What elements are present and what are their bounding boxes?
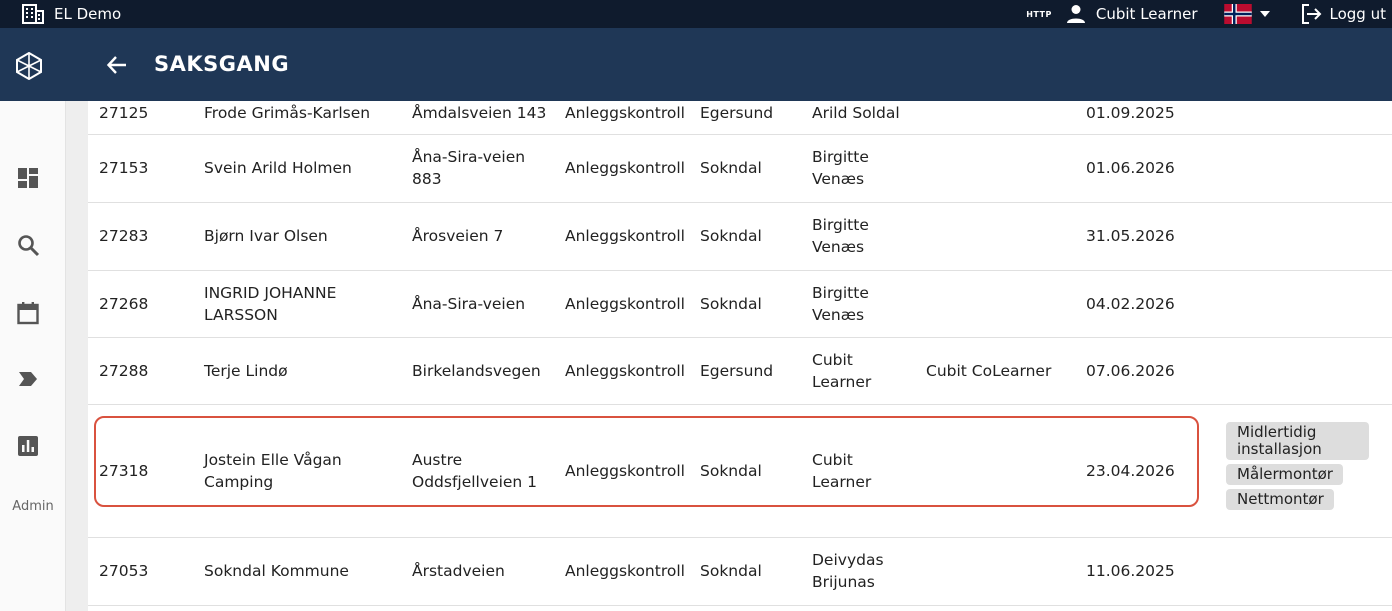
- address: Årosveien 7: [412, 227, 504, 245]
- responsible: Birgitte Venæs: [812, 216, 869, 256]
- admin-link[interactable]: Admin: [0, 499, 66, 514]
- address: Åmdalsveien 143: [412, 104, 547, 122]
- case-id: 27125: [99, 104, 149, 122]
- co-responsible: Cubit CoLearner: [926, 362, 1052, 380]
- user-name: Cubit Learner: [1095, 5, 1198, 23]
- table-row[interactable]: 27125 Frode Grimås-Karlsen Åmdalsveien 1…: [88, 101, 1392, 135]
- user-menu[interactable]: Cubit Learner: [1066, 4, 1198, 24]
- norway-flag-icon: [1223, 4, 1252, 24]
- tag-chip: Nettmontør: [1226, 489, 1334, 510]
- tag-chip: Midlertidig installasjon: [1226, 422, 1369, 460]
- case-type: Anleggskontroll: [565, 104, 685, 122]
- building-icon: [22, 4, 44, 24]
- search-icon[interactable]: [16, 233, 40, 257]
- place: Sokndal: [700, 295, 762, 313]
- user-icon: [1066, 5, 1085, 23]
- table-row[interactable]: 27268 INGRID JOHANNE LARSSON Åna-Sira-ve…: [88, 271, 1392, 338]
- reports-chart-icon[interactable]: [16, 434, 40, 458]
- place: Egersund: [700, 362, 774, 380]
- due-date: 11.06.2025: [1086, 562, 1175, 580]
- customer-name: Sokndal Kommune: [204, 562, 349, 580]
- case-type: Anleggskontroll: [565, 159, 685, 177]
- address: Birkelandsvegen: [412, 362, 541, 380]
- due-date: 07.06.2026: [1086, 362, 1175, 380]
- address: Åna-Sira-veien 883: [412, 148, 526, 188]
- case-type: Anleggskontroll: [565, 562, 685, 580]
- chevron-down-icon: [1259, 11, 1270, 17]
- table-row[interactable]: 27283 Bjørn Ivar Olsen Årosveien 7 Anleg…: [88, 203, 1392, 271]
- customer-name: Svein Arild Holmen: [204, 159, 352, 177]
- place: Egersund: [700, 104, 774, 122]
- page-header: SAKSGANG: [0, 28, 1392, 101]
- dashboard-icon[interactable]: [16, 166, 40, 190]
- calendar-icon[interactable]: [16, 301, 40, 325]
- case-type: Anleggskontroll: [565, 362, 685, 380]
- place: Sokndal: [700, 562, 762, 580]
- case-type: Anleggskontroll: [565, 295, 685, 313]
- table-row[interactable]: 27053 Sokndal Kommune Årstadveien Anlegg…: [88, 538, 1392, 606]
- responsible: Arild Soldal: [812, 104, 900, 122]
- responsible: Birgitte Venæs: [812, 284, 869, 324]
- tag-chip: Målermontør: [1226, 464, 1343, 485]
- due-date: 04.02.2026: [1086, 295, 1175, 313]
- customer-name: Frode Grimås-Karlsen: [204, 104, 371, 122]
- address: Åna-Sira-veien: [412, 295, 526, 313]
- responsible: Deivydas Brijunas: [812, 551, 884, 591]
- http-badge: HTTP: [1026, 9, 1052, 19]
- case-id: 27283: [99, 227, 149, 245]
- selection-highlight: [94, 416, 1199, 507]
- customer-name: INGRID JOHANNE LARSSON: [204, 284, 337, 324]
- address: Årstadveien: [412, 562, 505, 580]
- back-arrow-icon[interactable]: [106, 54, 128, 76]
- table-row[interactable]: 27288 Terje Lindø Birkelandsvegen Anlegg…: [88, 338, 1392, 405]
- language-selector[interactable]: [1223, 4, 1270, 24]
- customer-name: Terje Lindø: [204, 362, 288, 380]
- top-bar: EL Demo HTTP Cubit Learner Logg ut: [0, 0, 1392, 28]
- app-logo-icon[interactable]: [15, 52, 43, 80]
- org-switcher[interactable]: EL Demo: [22, 3, 121, 25]
- responsible: Birgitte Venæs: [812, 148, 869, 188]
- logout-button[interactable]: Logg ut: [1300, 3, 1386, 25]
- case-id: 27153: [99, 159, 149, 177]
- logout-icon: [1301, 4, 1321, 24]
- case-id: 27268: [99, 295, 149, 313]
- case-type: Anleggskontroll: [565, 227, 685, 245]
- table-row[interactable]: 27153 Svein Arild Holmen Åna-Sira-veien …: [88, 135, 1392, 203]
- logout-label: Logg ut: [1329, 5, 1386, 23]
- due-date: 31.05.2026: [1086, 227, 1175, 245]
- page-title: SAKSGANG: [154, 52, 290, 76]
- sidebar: Admin: [0, 101, 66, 611]
- customer-name: Bjørn Ivar Olsen: [204, 227, 328, 245]
- case-table: 27125 Frode Grimås-Karlsen Åmdalsveien 1…: [88, 101, 1392, 611]
- responsible: Cubit Learner: [812, 351, 872, 391]
- place: Sokndal: [700, 159, 762, 177]
- case-id: 27053: [99, 562, 149, 580]
- due-date: 01.06.2026: [1086, 159, 1175, 177]
- tag-list: Midlertidig installasjon Målermontør Net…: [1226, 422, 1369, 514]
- label-tag-icon[interactable]: [16, 367, 40, 391]
- place: Sokndal: [700, 227, 762, 245]
- app-title: EL Demo: [54, 5, 122, 23]
- case-id: 27288: [99, 362, 149, 380]
- due-date: 01.09.2025: [1086, 104, 1175, 122]
